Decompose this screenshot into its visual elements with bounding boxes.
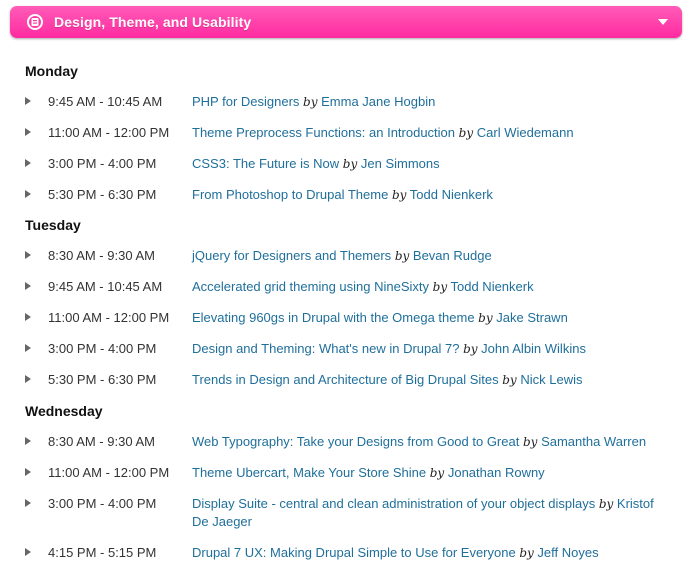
by-label: by [522,435,538,449]
session-title-link[interactable]: From Photoshop to Drupal Theme [192,187,388,202]
expand-triangle-icon[interactable] [25,548,31,556]
track-title: Design, Theme, and Usability [54,14,252,30]
speaker-link[interactable]: Emma Jane Hogbin [321,94,435,109]
speaker-link[interactable]: Todd Nienkerk [410,187,493,202]
session-title-link[interactable]: Elevating 960gs in Drupal with the Omega… [192,310,475,325]
speaker-link[interactable]: Jake Strawn [496,310,568,325]
session-info: Theme Ubercart, Make Your Store Shine by… [192,464,672,482]
session-info: Accelerated grid theming using NineSixty… [192,278,672,296]
expand-triangle-icon[interactable] [25,375,31,383]
expand-triangle-icon[interactable] [25,159,31,167]
by-label: by [463,342,478,356]
expand-triangle-icon[interactable] [25,282,31,290]
session-title-link[interactable]: Display Suite - central and clean admini… [192,496,595,511]
speaker-link[interactable]: Bevan Rudge [413,248,492,263]
session-title-link[interactable]: jQuery for Designers and Themers [192,248,391,263]
session-title-link[interactable]: Drupal 7 UX: Making Drupal Simple to Use… [192,545,516,560]
session-time: 9:45 AM - 10:45 AM [48,279,163,294]
session-info: PHP for Designers by Emma Jane Hogbin [192,93,672,111]
by-label: by [458,126,474,140]
session-time: 4:15 PM - 5:15 PM [48,545,157,560]
expand-triangle-icon[interactable] [25,437,31,445]
by-label: by [598,497,614,511]
session-info: Drupal 7 UX: Making Drupal Simple to Use… [192,544,672,562]
session-title-link[interactable]: Accelerated grid theming using NineSixty [192,279,429,294]
session-title-link[interactable]: Design and Theming: What's new in Drupal… [192,341,459,356]
session-time: 8:30 AM - 9:30 AM [48,248,155,263]
speaker-link[interactable]: Jeff Noyes [537,545,598,560]
session-info: Design and Theming: What's new in Drupal… [192,340,672,358]
day-heading: Wednesday [25,403,103,419]
day-heading: Tuesday [25,217,81,233]
session-title-link[interactable]: Trends in Design and Architecture of Big… [192,372,499,387]
session-title-link[interactable]: Theme Ubercart, Make Your Store Shine [192,465,426,480]
speaker-link[interactable]: John Albin Wilkins [481,341,586,356]
by-label: by [478,311,493,325]
session-info: jQuery for Designers and Themers by Beva… [192,247,672,265]
session-info: Display Suite - central and clean admini… [192,495,672,531]
track-badge-icon [26,13,44,31]
session-time: 5:30 PM - 6:30 PM [48,372,157,387]
by-label: by [432,280,448,294]
session-title-link[interactable]: PHP for Designers [192,94,299,109]
by-label: by [303,95,318,109]
session-info: Elevating 960gs in Drupal with the Omega… [192,309,672,327]
session-title-link[interactable]: CSS3: The Future is Now [192,156,339,171]
by-label: by [391,188,407,202]
speaker-link[interactable]: Carl Wiedemann [477,125,574,140]
session-info: CSS3: The Future is Now by Jen Simmons [192,155,672,173]
by-label: by [394,249,410,263]
chevron-down-icon[interactable] [658,19,668,25]
session-time: 11:00 AM - 12:00 PM [48,310,170,325]
session-time: 11:00 AM - 12:00 PM [48,125,170,140]
speaker-link[interactable]: Jen Simmons [361,156,440,171]
by-label: by [519,546,534,560]
session-time: 8:30 AM - 9:30 AM [48,434,155,449]
speaker-link[interactable]: Todd Nienkerk [451,279,534,294]
session-time: 9:45 AM - 10:45 AM [48,94,163,109]
session-info: Trends in Design and Architecture of Big… [192,371,672,389]
track-header[interactable]: Design, Theme, and Usability [10,6,682,38]
speaker-link[interactable]: Samantha Warren [541,434,646,449]
by-label: by [502,373,517,387]
expand-triangle-icon[interactable] [25,128,31,136]
expand-triangle-icon[interactable] [25,97,31,105]
session-title-link[interactable]: Web Typography: Take your Designs from G… [192,434,519,449]
expand-triangle-icon[interactable] [25,190,31,198]
session-time: 3:00 PM - 4:00 PM [48,496,157,511]
session-info: Theme Preprocess Functions: an Introduct… [192,124,672,142]
expand-triangle-icon[interactable] [25,344,31,352]
expand-triangle-icon[interactable] [25,313,31,321]
speaker-link[interactable]: Nick Lewis [520,372,582,387]
expand-triangle-icon[interactable] [25,468,31,476]
expand-triangle-icon[interactable] [25,499,31,507]
by-label: by [429,466,445,480]
by-label: by [342,157,358,171]
session-title-link[interactable]: Theme Preprocess Functions: an Introduct… [192,125,455,140]
session-info: From Photoshop to Drupal Theme by Todd N… [192,186,672,204]
session-info: Web Typography: Take your Designs from G… [192,433,672,451]
speaker-link[interactable]: Jonathan Rowny [448,465,545,480]
day-heading: Monday [25,63,78,79]
session-time: 3:00 PM - 4:00 PM [48,156,157,171]
expand-triangle-icon[interactable] [25,251,31,259]
session-time: 5:30 PM - 6:30 PM [48,187,157,202]
session-time: 3:00 PM - 4:00 PM [48,341,157,356]
session-time: 11:00 AM - 12:00 PM [48,465,170,480]
